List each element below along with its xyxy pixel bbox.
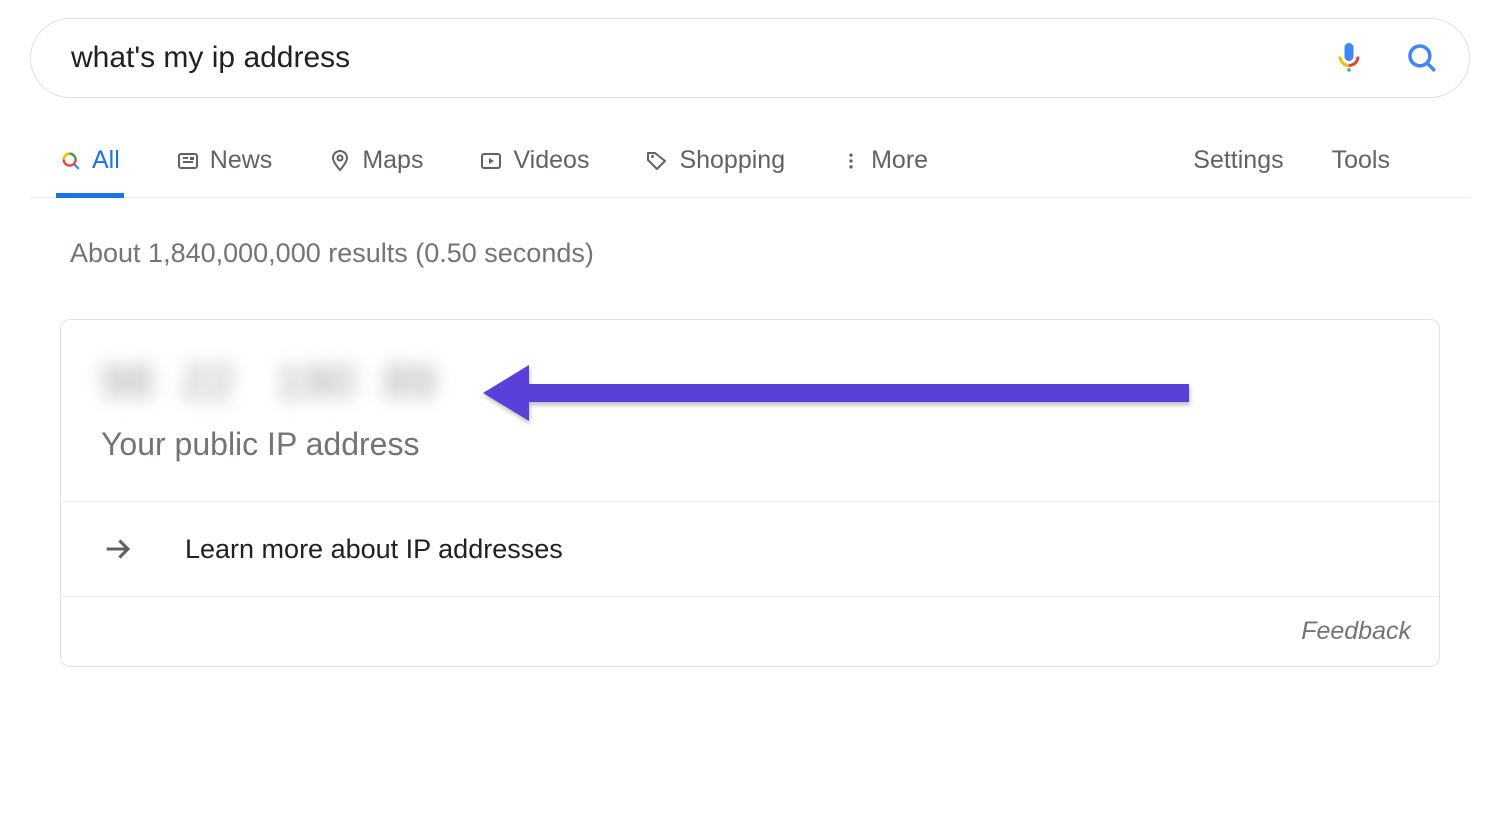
- search-small-icon: [60, 150, 82, 172]
- tab-videos[interactable]: Videos: [479, 146, 589, 197]
- tab-maps[interactable]: Maps: [328, 146, 423, 197]
- search-bar-icons: [1331, 40, 1439, 76]
- video-icon: [479, 149, 503, 173]
- tab-label: Shopping: [679, 146, 785, 175]
- arrow-left-icon: [483, 365, 529, 421]
- settings-link[interactable]: Settings: [1193, 146, 1283, 197]
- news-icon: [176, 149, 200, 173]
- tabs-left: All News: [60, 146, 928, 197]
- map-pin-icon: [328, 149, 352, 173]
- tab-label: Maps: [362, 146, 423, 175]
- ip-card-top: 98 22 190 89 Your public IP address: [61, 320, 1439, 501]
- tabs-row: All News: [30, 146, 1470, 198]
- feedback-link[interactable]: Feedback: [1301, 617, 1411, 646]
- annotation-arrow: [483, 365, 1189, 421]
- ip-label: Your public IP address: [101, 426, 1399, 463]
- ip-card-footer: Feedback: [61, 596, 1439, 666]
- learn-more-label: Learn more about IP addresses: [185, 534, 563, 565]
- page-container: All News: [0, 0, 1500, 667]
- search-icon[interactable]: [1405, 41, 1439, 75]
- tab-label: More: [871, 146, 928, 175]
- tab-label: Videos: [513, 146, 589, 175]
- tab-news[interactable]: News: [176, 146, 273, 197]
- tab-label: All: [92, 146, 120, 175]
- tab-all[interactable]: All: [60, 146, 120, 197]
- tab-label: News: [210, 146, 273, 175]
- tab-shopping[interactable]: Shopping: [645, 146, 785, 197]
- search-bar: [30, 18, 1470, 98]
- tools-link[interactable]: Tools: [1332, 146, 1390, 197]
- tab-more[interactable]: More: [841, 146, 928, 197]
- tag-icon: [645, 149, 669, 173]
- ip-answer-card: 98 22 190 89 Your public IP address Lear…: [60, 319, 1440, 667]
- arrow-shaft: [529, 384, 1189, 402]
- tabs-right: Settings Tools: [1193, 146, 1470, 197]
- microphone-icon[interactable]: [1331, 40, 1367, 76]
- more-vertical-icon: [841, 149, 861, 173]
- learn-more-link[interactable]: Learn more about IP addresses: [61, 501, 1439, 596]
- result-stats: About 1,840,000,000 results (0.50 second…: [30, 238, 1470, 269]
- search-input[interactable]: [71, 41, 1331, 75]
- arrow-right-icon: [101, 532, 135, 566]
